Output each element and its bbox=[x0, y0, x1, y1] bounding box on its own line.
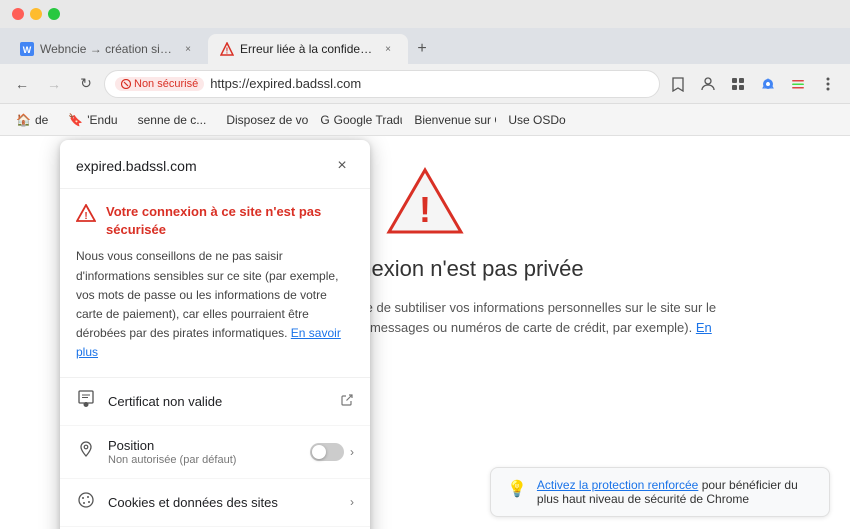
bookmark-item-4[interactable]: G Google Traduction bbox=[312, 111, 402, 129]
tab-close-1[interactable]: × bbox=[180, 41, 196, 57]
popup-item-cookies-left: Cookies et données des sites bbox=[76, 491, 278, 514]
extensions2-button[interactable] bbox=[784, 70, 812, 98]
extensions-button[interactable] bbox=[724, 70, 752, 98]
bookmark-label-0: de bbox=[35, 113, 48, 127]
popup-cookies-label: Cookies et données des sites bbox=[108, 495, 278, 510]
popup-item-cookies[interactable]: Cookies et données des sites › bbox=[60, 479, 370, 527]
location-toggle[interactable] bbox=[310, 443, 344, 461]
svg-text:W: W bbox=[23, 45, 32, 55]
popup-cert-label: Certificat non valide bbox=[108, 394, 222, 409]
tab-1[interactable]: W Webncie → création site web × bbox=[8, 34, 208, 64]
protection-banner: 💡 Activez la protection renforcée pour b… bbox=[490, 467, 830, 517]
tab-favicon-1: W bbox=[20, 42, 34, 56]
bookmark-icon-1: 🔖 bbox=[68, 113, 83, 127]
profile-button[interactable] bbox=[694, 70, 722, 98]
security-badge: Non sécurisé bbox=[115, 77, 204, 91]
tab-label-1: Webncie → création site web bbox=[40, 42, 174, 56]
tab-close-2[interactable]: × bbox=[380, 41, 396, 57]
cookies-chevron-icon: › bbox=[350, 495, 354, 509]
popup-item-cookies-right: › bbox=[350, 495, 354, 509]
bookmark-label-4: Google Traduction bbox=[334, 113, 403, 127]
tab-label-2: Erreur liée à la confidentialité bbox=[240, 42, 374, 56]
nav-actions bbox=[664, 70, 842, 98]
chrome-menu-button[interactable] bbox=[754, 70, 782, 98]
certificate-icon bbox=[76, 390, 96, 413]
security-popup: expired.badssl.com × ! Votre connexion à… bbox=[60, 140, 370, 529]
warning-triangle-icon: ! bbox=[76, 204, 96, 227]
popup-close-button[interactable]: × bbox=[330, 154, 354, 178]
bookmark-item-6[interactable]: Use OSDo bbox=[500, 111, 573, 129]
forward-button[interactable]: → bbox=[40, 70, 68, 98]
popup-item-cert-left: Certificat non valide bbox=[76, 390, 222, 413]
bookmark-item-5[interactable]: Bienvenue sur Cyb... bbox=[406, 111, 496, 129]
maximize-window-button[interactable] bbox=[48, 8, 60, 20]
popup-header: expired.badssl.com × bbox=[60, 140, 370, 189]
bookmark-button[interactable] bbox=[664, 70, 692, 98]
popup-warning-header: ! Votre connexion à ce site n'est pas sé… bbox=[76, 203, 354, 239]
popup-item-cert[interactable]: Certificat non valide bbox=[60, 378, 370, 426]
svg-text:!: ! bbox=[226, 47, 229, 56]
back-button[interactable]: ← bbox=[8, 70, 36, 98]
bookmark-label-1: 'Endu bbox=[87, 113, 117, 127]
tab-bar: W Webncie → création site web × ! Erreur… bbox=[0, 28, 850, 64]
address-bar[interactable]: Non sécurisé https://expired.badssl.com bbox=[104, 70, 660, 98]
svg-text:!: ! bbox=[84, 211, 87, 222]
protection-text: Activez la protection renforcée pour bén… bbox=[537, 478, 813, 506]
location-icon bbox=[76, 440, 96, 463]
bookmark-icon-4: G bbox=[320, 113, 329, 127]
tab-2[interactable]: ! Erreur liée à la confidentialité × bbox=[208, 34, 408, 64]
bookmark-item-1[interactable]: 🔖 'Endu bbox=[60, 111, 125, 129]
protection-icon: 💡 bbox=[507, 479, 527, 499]
popup-item-cookies-content: Cookies et données des sites bbox=[108, 495, 278, 510]
bookmark-icon-0: 🏠 bbox=[16, 113, 31, 127]
bookmark-item-0[interactable]: 🏠 de bbox=[8, 111, 56, 129]
cookie-icon bbox=[76, 491, 96, 514]
reload-button[interactable]: ↻ bbox=[72, 70, 100, 98]
external-link-icon-cert bbox=[340, 393, 354, 410]
bookmark-item-2[interactable]: senne de c... bbox=[130, 111, 215, 129]
svg-text:!: ! bbox=[419, 189, 431, 230]
title-bar bbox=[0, 0, 850, 28]
tab-favicon-2: ! bbox=[220, 42, 234, 56]
popup-location-label: Position bbox=[108, 438, 236, 453]
bookmark-label-5: Bienvenue sur Cyb... bbox=[414, 113, 496, 127]
new-tab-button[interactable]: + bbox=[408, 34, 436, 64]
toggle-knob bbox=[312, 445, 326, 459]
content-area: ! Votre connexion n'est pas privée Des i… bbox=[0, 136, 850, 529]
popup-warning-title: Votre connexion à ce site n'est pas sécu… bbox=[106, 203, 354, 239]
popup-domain: expired.badssl.com bbox=[76, 158, 197, 174]
bookmarks-bar: 🏠 de 🔖 'Endu senne de c... Disposez de v… bbox=[0, 104, 850, 136]
bookmark-label-2: senne de c... bbox=[138, 113, 207, 127]
bookmark-item-3[interactable]: Disposez de votre... bbox=[218, 111, 308, 129]
security-label: Non sécurisé bbox=[134, 78, 198, 90]
popup-location-sublabel: Non autorisée (par défaut) bbox=[108, 454, 236, 466]
protection-link[interactable]: Activez la protection renforcée bbox=[537, 478, 698, 492]
nav-bar: ← → ↻ Non sécurisé https://expired.badss… bbox=[0, 64, 850, 104]
close-window-button[interactable] bbox=[12, 8, 24, 20]
bookmark-label-3: Disposez de votre... bbox=[226, 113, 308, 127]
traffic-lights bbox=[12, 8, 60, 20]
popup-warning-section: ! Votre connexion à ce site n'est pas sé… bbox=[60, 189, 370, 378]
bookmark-label-6: Use OSDo bbox=[508, 113, 565, 127]
popup-item-cert-content: Certificat non valide bbox=[108, 394, 222, 409]
popup-item-location-left: Position Non autorisée (par défaut) bbox=[76, 438, 236, 466]
minimize-window-button[interactable] bbox=[30, 8, 42, 20]
location-chevron-icon: › bbox=[350, 445, 354, 459]
popup-item-cert-right bbox=[340, 393, 354, 410]
more-menu-button[interactable] bbox=[814, 70, 842, 98]
popup-item-location[interactable]: Position Non autorisée (par défaut) › bbox=[60, 426, 370, 479]
popup-item-location-right: › bbox=[310, 443, 354, 461]
error-icon: ! bbox=[385, 166, 465, 236]
popup-warning-text: Nous vous conseillons de ne pas saisir d… bbox=[76, 247, 354, 362]
popup-item-location-content: Position Non autorisée (par défaut) bbox=[108, 438, 236, 466]
url-text: https://expired.badssl.com bbox=[210, 76, 361, 91]
